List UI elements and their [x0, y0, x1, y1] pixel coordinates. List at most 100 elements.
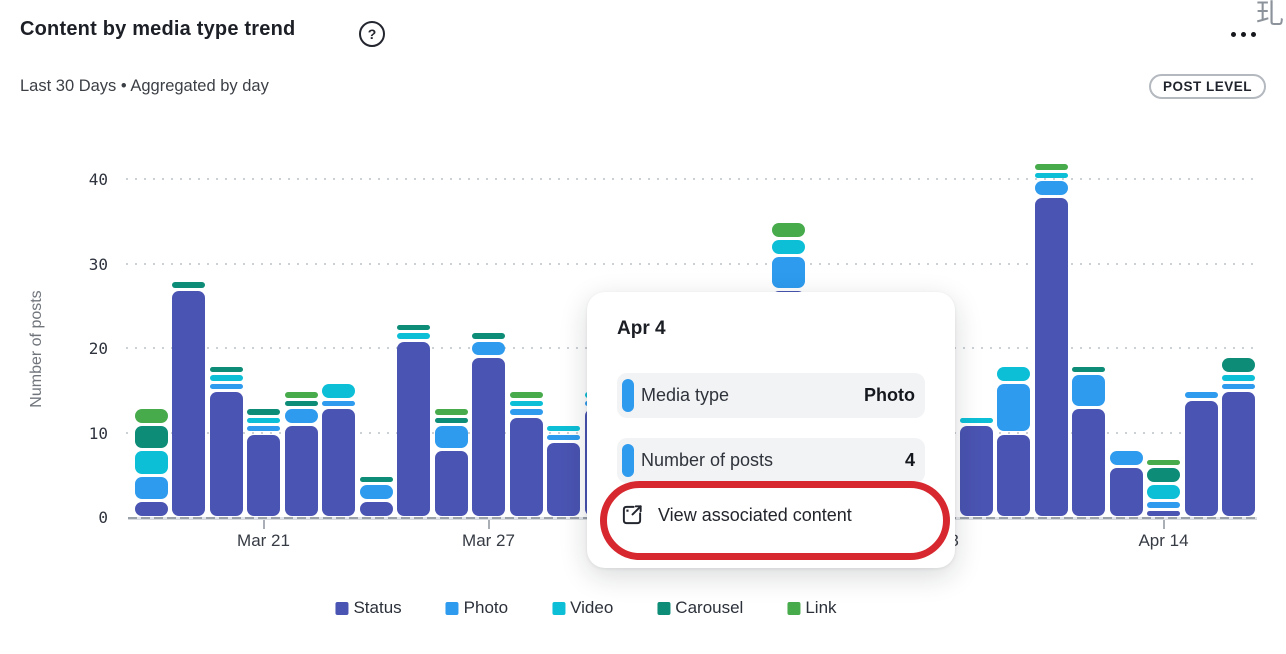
bar-segment-carousel[interactable]: [1222, 358, 1255, 372]
bar-segment-status[interactable]: [397, 342, 430, 516]
legend-item-photo[interactable]: Photo: [446, 598, 508, 618]
bar-segment-photo[interactable]: [547, 435, 580, 440]
bar-mar-29[interactable]: [547, 0, 580, 517]
x-tick-label: Mar 21: [214, 531, 314, 551]
bar-apr-12[interactable]: [1072, 0, 1105, 517]
bar-segment-video[interactable]: [547, 426, 580, 431]
bar-segment-status[interactable]: [1222, 392, 1255, 516]
legend-item-link[interactable]: Link: [787, 598, 836, 618]
bar-mar-27[interactable]: [472, 0, 505, 517]
bar-apr-9[interactable]: [960, 0, 993, 517]
bar-segment-status[interactable]: [435, 451, 468, 516]
bar-mar-25[interactable]: [397, 0, 430, 517]
bar-segment-photo[interactable]: [285, 409, 318, 423]
bar-segment-status[interactable]: [1147, 511, 1180, 516]
bar-mar-26[interactable]: [435, 0, 468, 517]
bar-segment-carousel[interactable]: [210, 367, 243, 372]
bar-segment-carousel[interactable]: [1072, 367, 1105, 372]
bar-segment-status[interactable]: [1185, 401, 1218, 516]
bar-segment-status[interactable]: [360, 502, 393, 516]
bar-segment-photo[interactable]: [472, 342, 505, 356]
bar-segment-link[interactable]: [1035, 164, 1068, 169]
tooltip-row-label: Number of posts: [641, 450, 773, 471]
bar-segment-status[interactable]: [285, 426, 318, 516]
bar-segment-status[interactable]: [1072, 409, 1105, 516]
bar-segment-photo[interactable]: [1072, 375, 1105, 406]
bar-mar-20[interactable]: [210, 0, 243, 517]
bar-apr-11[interactable]: [1035, 0, 1068, 517]
bar-segment-video[interactable]: [247, 418, 280, 423]
bar-segment-photo[interactable]: [135, 477, 168, 499]
bar-segment-photo[interactable]: [1185, 392, 1218, 397]
view-associated-content-button[interactable]: View associated content: [619, 492, 919, 538]
bar-segment-video[interactable]: [322, 384, 355, 398]
bar-mar-23[interactable]: [322, 0, 355, 517]
bar-segment-photo[interactable]: [247, 426, 280, 431]
bar-segment-photo[interactable]: [772, 257, 805, 288]
bar-segment-photo[interactable]: [360, 485, 393, 499]
bar-segment-carousel[interactable]: [397, 325, 430, 330]
bar-segment-status[interactable]: [997, 435, 1030, 517]
bar-mar-21[interactable]: [247, 0, 280, 517]
bar-segment-status[interactable]: [322, 409, 355, 516]
legend-item-status[interactable]: Status: [335, 598, 401, 618]
bar-segment-status[interactable]: [210, 392, 243, 516]
bar-segment-carousel[interactable]: [285, 401, 318, 406]
bar-segment-video[interactable]: [772, 240, 805, 254]
bar-mar-24[interactable]: [360, 0, 393, 517]
bar-segment-video[interactable]: [1147, 485, 1180, 499]
bar-segment-link[interactable]: [1147, 460, 1180, 465]
bar-segment-video[interactable]: [135, 451, 168, 473]
bar-segment-photo[interactable]: [435, 426, 468, 448]
bar-segment-link[interactable]: [510, 392, 543, 397]
bar-segment-photo[interactable]: [510, 409, 543, 414]
bar-segment-status[interactable]: [247, 435, 280, 517]
bar-mar-19[interactable]: [172, 0, 205, 517]
bar-segment-status[interactable]: [547, 443, 580, 516]
bar-segment-carousel[interactable]: [172, 282, 205, 287]
bar-segment-video[interactable]: [397, 333, 430, 338]
bar-apr-10[interactable]: [997, 0, 1030, 517]
bar-segment-photo[interactable]: [1147, 502, 1180, 507]
bar-segment-photo[interactable]: [997, 384, 1030, 432]
bar-segment-carousel[interactable]: [435, 418, 468, 423]
bar-segment-link[interactable]: [135, 409, 168, 423]
bar-segment-status[interactable]: [135, 502, 168, 516]
bar-segment-video[interactable]: [510, 401, 543, 406]
bar-apr-14[interactable]: [1147, 0, 1180, 517]
bar-segment-video[interactable]: [1222, 375, 1255, 380]
bar-segment-video[interactable]: [210, 375, 243, 380]
bar-segment-link[interactable]: [435, 409, 468, 414]
bar-segment-carousel[interactable]: [135, 426, 168, 448]
bar-segment-video[interactable]: [960, 418, 993, 423]
bar-segment-status[interactable]: [172, 291, 205, 516]
bar-segment-video[interactable]: [1035, 173, 1068, 178]
bar-mar-18[interactable]: [135, 0, 168, 517]
bar-segment-carousel[interactable]: [472, 333, 505, 338]
bar-segment-photo[interactable]: [1035, 181, 1068, 195]
bar-segment-link[interactable]: [772, 223, 805, 237]
bar-segment-carousel[interactable]: [1147, 468, 1180, 482]
bar-apr-15[interactable]: [1185, 0, 1218, 517]
bar-segment-carousel[interactable]: [247, 409, 280, 414]
bar-apr-13[interactable]: [1110, 0, 1143, 517]
legend-item-video[interactable]: Video: [552, 598, 613, 618]
bar-mar-28[interactable]: [510, 0, 543, 517]
bar-segment-photo[interactable]: [322, 401, 355, 406]
bar-apr-16[interactable]: [1222, 0, 1255, 517]
export-icon: [619, 502, 645, 528]
chart-tooltip: Apr 4 Media type Photo Number of posts 4…: [587, 292, 955, 568]
bar-segment-carousel[interactable]: [360, 477, 393, 482]
bar-segment-status[interactable]: [1110, 468, 1143, 516]
bar-segment-status[interactable]: [960, 426, 993, 516]
bar-segment-status[interactable]: [1035, 198, 1068, 516]
bar-segment-video[interactable]: [997, 367, 1030, 381]
legend-item-carousel[interactable]: Carousel: [657, 598, 743, 618]
bar-segment-status[interactable]: [472, 358, 505, 516]
bar-segment-photo[interactable]: [210, 384, 243, 389]
bar-mar-22[interactable]: [285, 0, 318, 517]
bar-segment-photo[interactable]: [1110, 451, 1143, 465]
bar-segment-link[interactable]: [285, 392, 318, 397]
bar-segment-status[interactable]: [510, 418, 543, 516]
bar-segment-photo[interactable]: [1222, 384, 1255, 389]
